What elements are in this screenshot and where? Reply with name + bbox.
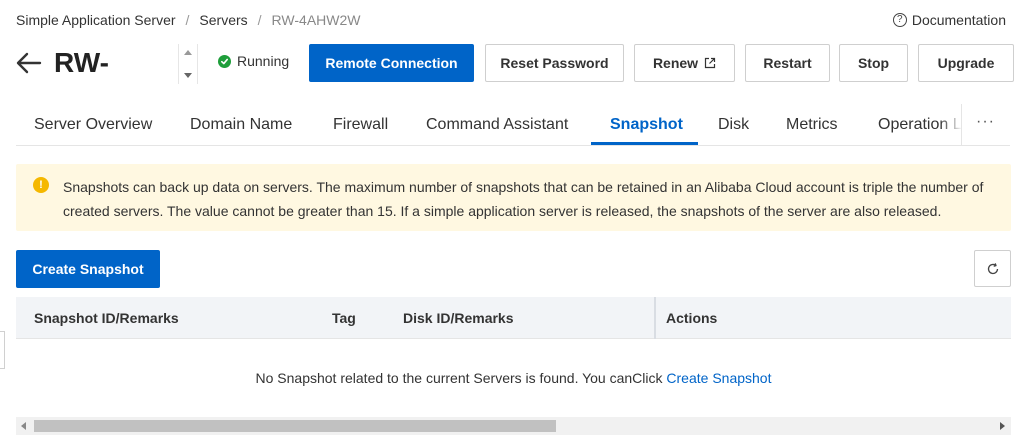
help-circle-icon: ? (892, 13, 907, 27)
tabs-overflow-fade (940, 104, 962, 145)
side-panel-handle[interactable] (0, 331, 5, 369)
breadcrumb-item-servers[interactable]: Servers (199, 12, 247, 28)
column-divider (654, 297, 656, 339)
external-link-icon (704, 57, 716, 69)
remote-connection-button[interactable]: Remote Connection (309, 44, 474, 82)
more-tabs-icon[interactable]: ··· (976, 113, 995, 131)
table-empty-state: No Snapshot related to the current Serve… (16, 340, 1011, 416)
refresh-icon (987, 262, 998, 274)
info-alert: ! Snapshots can back up data on servers.… (16, 164, 1011, 231)
back-arrow-icon[interactable] (14, 48, 44, 78)
create-snapshot-button[interactable]: Create Snapshot (16, 250, 160, 288)
scroll-left-icon[interactable] (21, 422, 26, 430)
tab-disk[interactable]: Disk (718, 104, 749, 146)
scrollbar-thumb[interactable] (34, 420, 556, 432)
chevron-up-icon[interactable] (184, 50, 192, 55)
breadcrumb-item-simple-application-server[interactable]: Simple Application Server (16, 12, 176, 28)
tab-metrics[interactable]: Metrics (786, 104, 838, 146)
scroll-right-icon[interactable] (1000, 422, 1005, 430)
tab-snapshot[interactable]: Snapshot (610, 104, 683, 146)
column-header-snapshot-id: Snapshot ID/Remarks (34, 310, 179, 326)
horizontal-scrollbar[interactable] (16, 417, 1011, 435)
documentation-label: Documentation (911, 12, 1006, 28)
breadcrumb: Simple Application Server / Servers / RW… (16, 10, 360, 30)
tab-firewall[interactable]: Firewall (333, 104, 388, 146)
tab-command-assistant[interactable]: Command Assistant (426, 104, 568, 146)
warning-icon: ! (33, 177, 49, 193)
documentation-link[interactable]: ? Documentation (892, 10, 1006, 30)
empty-state-message: No Snapshot related to the current Serve… (255, 370, 663, 386)
breadcrumb-current: RW-4AHW2W (271, 12, 361, 28)
tab-server-overview[interactable]: Server Overview (34, 104, 152, 146)
breadcrumb-separator: / (185, 12, 190, 28)
refresh-button[interactable] (974, 250, 1011, 287)
restart-button[interactable]: Restart (745, 44, 830, 82)
column-header-actions: Actions (666, 310, 718, 326)
status-text: Running (237, 53, 290, 69)
status-badge: Running (218, 53, 289, 69)
active-tab-indicator (591, 142, 698, 145)
tab-domain-name[interactable]: Domain Name (190, 104, 292, 146)
stop-button[interactable]: Stop (839, 44, 908, 82)
chevron-down-icon[interactable] (184, 73, 192, 78)
server-switch-spinner[interactable] (178, 44, 198, 84)
alert-message: Snapshots can back up data on servers. T… (63, 179, 984, 219)
renew-label: Renew (652, 55, 699, 71)
reset-password-button[interactable]: Reset Password (485, 44, 624, 82)
empty-state-create-snapshot-link[interactable]: Create Snapshot (666, 370, 771, 386)
page-title: RW- (54, 47, 109, 78)
column-header-disk-id: Disk ID/Remarks (403, 310, 514, 326)
upgrade-button[interactable]: Upgrade (918, 44, 1014, 82)
column-header-tag: Tag (332, 310, 356, 326)
tab-bar: Server Overview Domain Name Firewall Com… (16, 104, 1010, 146)
tabs-divider (961, 104, 962, 145)
check-circle-icon (218, 54, 231, 68)
table-header: Snapshot ID/Remarks Tag Disk ID/Remarks … (16, 297, 1011, 339)
renew-button[interactable]: Renew (634, 44, 735, 82)
breadcrumb-separator: / (257, 12, 262, 28)
